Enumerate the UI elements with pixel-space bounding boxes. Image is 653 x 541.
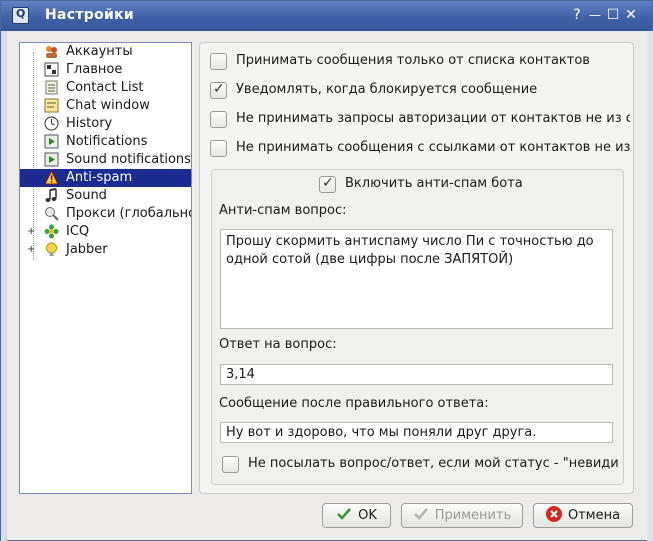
anti-spam-bot-group: Включить анти-спам бота Анти-спам вопрос… <box>211 169 624 485</box>
cancel-button[interactable]: Отмена <box>533 503 633 528</box>
tree-item-label: Jabber <box>66 242 108 257</box>
tree-item-sound-notifications[interactable]: Sound notifications <box>20 151 191 169</box>
app-icon[interactable] <box>12 7 29 24</box>
answer-input[interactable]: 3,14 <box>220 364 613 385</box>
tree-item-label: Аккаунты <box>66 44 133 59</box>
option-notify-block[interactable]: Уведомлять, когда блокируется сообщение <box>210 82 630 104</box>
tree-item-label: Contact List <box>66 80 144 95</box>
after-message-input[interactable]: Ну вот и здорово, что мы поняли друг дру… <box>220 422 613 443</box>
close-button[interactable]: ✕ <box>622 6 640 24</box>
tree-item-jabber[interactable]: + Jabber <box>20 241 191 259</box>
tree-item-label: ICQ <box>66 224 90 239</box>
tree-item-label: Главное <box>66 62 123 77</box>
title-bar[interactable]: Настройки ? — ☐ ✕ <box>1 1 652 31</box>
notify-block-checkbox[interactable] <box>210 82 227 99</box>
answer-label: Ответ на вопрос: <box>219 337 337 352</box>
tree-item-label: Sound <box>66 188 107 203</box>
tree-item-chat-window[interactable]: Chat window <box>20 97 191 115</box>
option-no-auth[interactable]: Не принимать запросы авторизации от конт… <box>210 111 630 133</box>
invisible-label: Не посылать вопрос/ответ, если мой стату… <box>248 456 618 471</box>
tree-item-accounts[interactable]: Аккаунты <box>20 43 191 61</box>
tree-item-history[interactable]: History <box>20 115 191 133</box>
tree-item-icq[interactable]: + ICQ <box>20 223 191 241</box>
tree-item-general[interactable]: Главное <box>20 61 191 79</box>
option-no-links[interactable]: Не принимать сообщения с ссылками от кон… <box>210 140 630 162</box>
help-icon[interactable]: ? <box>568 6 586 24</box>
check-icon <box>413 506 429 522</box>
cancel-label: Отмена <box>567 508 621 523</box>
tree-item-label: Anti-spam <box>66 170 133 185</box>
notify-block-label: Уведомлять, когда блокируется сообщение <box>236 82 538 97</box>
window-title: Настройки <box>45 7 135 23</box>
contact-list-icon <box>44 80 59 95</box>
apply-label: Применить <box>434 508 512 523</box>
jabber-bulb-icon <box>44 242 59 257</box>
chat-window-icon <box>44 98 59 113</box>
proxy-icon <box>44 206 59 221</box>
warning-icon <box>44 169 59 185</box>
anti-spam-settings-panel: Принимать сообщения только от списка кон… <box>199 42 634 494</box>
history-icon <box>44 116 59 131</box>
window-left-edge <box>1 31 7 541</box>
tree-item-label: Chat window <box>66 98 150 113</box>
tree-item-label: Sound notifications <box>66 152 191 167</box>
tree-item-label: History <box>66 116 113 131</box>
minimize-button[interactable]: — <box>586 6 604 24</box>
option-enable-bot[interactable]: Включить анти-спам бота <box>319 176 619 198</box>
accounts-icon <box>44 44 59 59</box>
tree-item-label: Прокси (глобальное) <box>66 206 191 221</box>
only-contacts-checkbox[interactable] <box>210 53 227 70</box>
invisible-checkbox[interactable] <box>222 456 239 473</box>
expand-icon[interactable]: + <box>27 226 35 237</box>
tree-item-contact-list[interactable]: Contact List <box>20 79 191 97</box>
sound-icon <box>44 188 59 203</box>
icq-flower-icon <box>44 224 59 239</box>
question-label: Анти-спам вопрос: <box>219 203 347 218</box>
tree-item-label: Notifications <box>66 134 148 149</box>
tree-item-anti-spam[interactable]: Anti-spam <box>20 169 191 187</box>
option-invisible[interactable]: Не посылать вопрос/ответ, если мой стату… <box>222 456 618 478</box>
cancel-icon <box>545 506 562 522</box>
tree-item-sound[interactable]: Sound <box>20 187 191 205</box>
tree-item-proxy[interactable]: Прокси (глобальное) <box>20 205 191 223</box>
settings-window: Настройки ? — ☐ ✕ Аккаунты Главное Conta… <box>0 0 653 541</box>
option-only-contacts[interactable]: Принимать сообщения только от списка кон… <box>210 53 630 75</box>
only-contacts-label: Принимать сообщения только от списка кон… <box>236 53 590 68</box>
no-auth-checkbox[interactable] <box>210 111 227 128</box>
after-message-label: Сообщение после правильного ответа: <box>219 396 489 411</box>
maximize-button[interactable]: ☐ <box>604 6 622 24</box>
expand-icon[interactable]: + <box>27 244 35 255</box>
ok-button[interactable]: OK <box>322 503 391 528</box>
enable-bot-label: Включить анти-спам бота <box>345 176 523 191</box>
enable-bot-checkbox[interactable] <box>319 176 336 193</box>
window-right-edge <box>647 31 653 541</box>
check-icon <box>336 506 352 522</box>
tree-item-notifications[interactable]: Notifications <box>20 133 191 151</box>
notifications-icon <box>44 134 59 149</box>
general-icon <box>44 62 59 77</box>
no-links-checkbox[interactable] <box>210 140 227 157</box>
settings-tree[interactable]: Аккаунты Главное Contact List Chat windo… <box>19 42 192 494</box>
no-links-label: Не принимать сообщения с ссылками от кон… <box>236 140 630 155</box>
ok-label: OK <box>358 508 377 523</box>
sound-notifications-icon <box>44 152 59 167</box>
apply-button[interactable]: Применить <box>401 503 523 528</box>
no-auth-label: Не принимать запросы авторизации от конт… <box>236 111 630 126</box>
question-textarea[interactable]: Прошу скормить антиспаму число Пи с точн… <box>220 229 613 329</box>
